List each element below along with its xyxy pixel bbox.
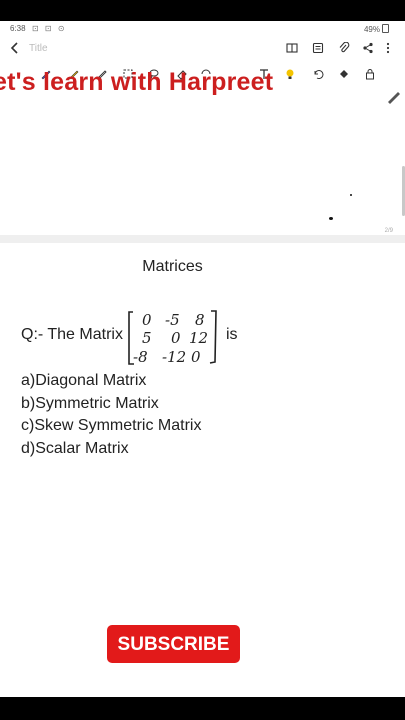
battery-indicator: 49% (364, 24, 389, 34)
battery-percent: 49% (363, 25, 380, 34)
answer-options: a)Diagonal Matrix b)Symmetric Matrix c)S… (21, 370, 201, 460)
matrix-cell: 12 (189, 329, 208, 347)
share-icon[interactable] (362, 42, 374, 54)
matrix-cell: 0 (191, 348, 201, 366)
question-prefix: Q:- The Matrix (21, 326, 123, 343)
matrix-cell: 0 (171, 329, 181, 347)
channel-banner: et's learn with Harpreet (0, 68, 274, 96)
matrix-cell: 8 (195, 311, 205, 329)
matrix-cell: 0 (142, 311, 152, 329)
attach-icon[interactable] (338, 42, 350, 54)
fill-tool-icon[interactable] (338, 68, 350, 80)
option-a: a)Diagonal Matrix (21, 372, 147, 389)
matrix-cell: -8 (133, 348, 148, 366)
page-heading: Matrices (142, 258, 203, 275)
previous-page-area[interactable] (0, 87, 402, 239)
note-title-field[interactable]: Title (29, 43, 48, 54)
right-bracket (209, 310, 217, 364)
matrix-cell: -5 (165, 311, 180, 329)
lock-tool-icon[interactable] (364, 68, 376, 80)
battery-icon (382, 24, 389, 33)
text-mode-icon[interactable] (312, 42, 324, 54)
option-d: d)Scalar Matrix (21, 439, 129, 457)
option-b: b)Symmetric Matrix (21, 394, 159, 412)
top-toolbar: Title (0, 37, 405, 61)
question-suffix: is (226, 326, 238, 343)
status-bar: 6:38 ⊡ ⊡ ⊙ 49% (0, 21, 405, 35)
subscribe-button[interactable]: SUBSCRIBE (107, 625, 240, 663)
matrix-cell: -12 (162, 348, 186, 366)
notification-icons: ⊡ ⊡ ⊙ (32, 24, 67, 33)
more-options-icon[interactable] (382, 42, 394, 54)
status-time: 6:38 (10, 24, 26, 33)
back-arrow-icon[interactable] (8, 41, 22, 55)
option-c: c)Skew Symmetric Matrix (21, 417, 202, 434)
ink-dot (329, 217, 333, 220)
undo-tool-icon[interactable] (312, 68, 324, 80)
book-view-icon[interactable] (286, 42, 298, 54)
matrix-cell: 5 (142, 329, 152, 347)
handwritten-matrix: 0 -5 8 5 0 12 -8 -12 0 (128, 310, 217, 366)
bulb-tool-icon[interactable] (284, 68, 296, 80)
app-screen: 6:38 ⊡ ⊡ ⊙ 49% Title et's learn with Har… (0, 21, 405, 697)
ink-dot (350, 194, 352, 196)
page-divider (0, 235, 405, 243)
page-indicator: 2/9 (384, 228, 393, 234)
page-add-icon[interactable] (386, 88, 402, 104)
